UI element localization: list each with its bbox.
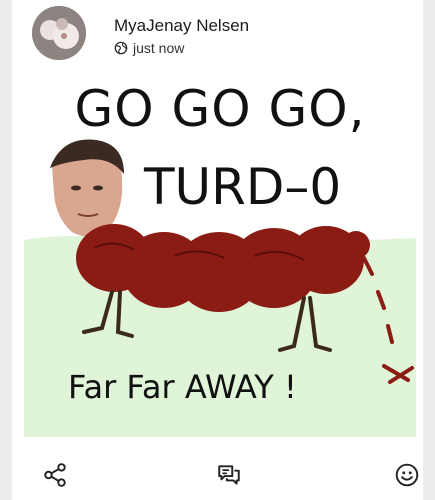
post-meta: just now bbox=[114, 40, 184, 56]
avatar[interactable] bbox=[32, 6, 86, 60]
timestamp: just now bbox=[133, 40, 185, 56]
post-actions bbox=[24, 448, 435, 500]
meme-line-1: GO GO GO, bbox=[74, 80, 366, 138]
post-header: MyaJenay Nelsen just now bbox=[32, 6, 412, 66]
comment-icon bbox=[218, 465, 240, 485]
share-icon bbox=[44, 463, 66, 487]
meme-line-2: TURD–0 bbox=[144, 158, 342, 216]
globe-icon bbox=[114, 41, 128, 55]
author-name[interactable]: MyaJenay Nelsen bbox=[114, 16, 249, 36]
comment-button[interactable] bbox=[216, 462, 242, 488]
post-card: MyaJenay Nelsen just now GO GO GO, TURD–… bbox=[12, 0, 423, 500]
react-button[interactable] bbox=[394, 462, 420, 488]
meme-line-3: Far Far AWAY ! bbox=[68, 368, 297, 406]
post-image[interactable]: GO GO GO, TURD–0 Far Far AWAY ! bbox=[24, 70, 416, 437]
smiley-icon bbox=[395, 463, 419, 487]
share-button[interactable] bbox=[42, 462, 68, 488]
